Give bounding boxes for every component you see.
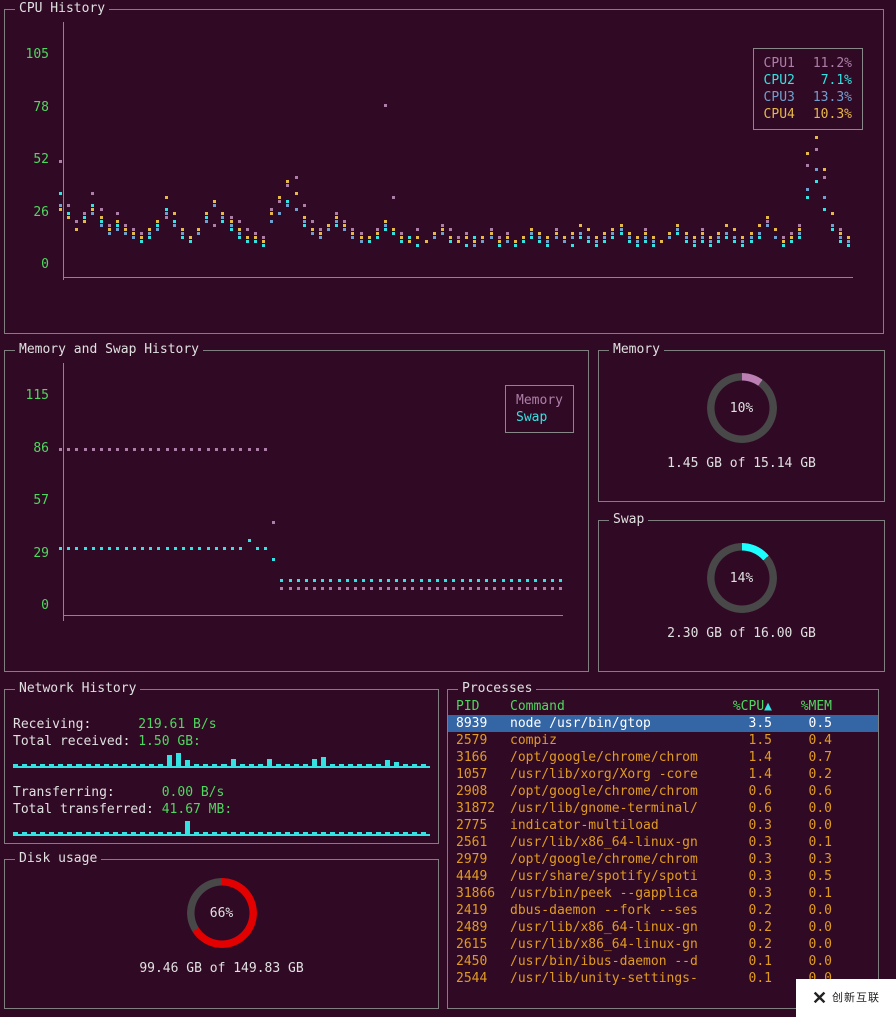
cpu-history-title: CPU History (15, 0, 109, 17)
table-row[interactable]: 2775indicator-multiload0.30.0 (448, 817, 878, 834)
swap-percent: 14% (707, 543, 777, 613)
network-history-title: Network History (15, 680, 140, 697)
legend-cpu2-label: CPU2 (764, 72, 795, 89)
col-pid[interactable]: PID (456, 698, 510, 715)
legend-cpu3-label: CPU3 (764, 89, 795, 106)
disk-detail: 99.46 GB of 149.83 GB (5, 960, 438, 977)
col-cpu[interactable]: %CPU▲ (720, 698, 780, 715)
watermark: ✕创新互联 (796, 979, 896, 1017)
legend-cpu4-value: 10.3% (813, 106, 852, 123)
processes-panel[interactable]: Processes PID Command %CPU▲ %MEM 8939nod… (447, 689, 879, 1009)
table-row[interactable]: 2908/opt/google/chrome/chrom0.60.6 (448, 783, 878, 800)
recv-total-label: Total received: (13, 734, 130, 749)
swap-panel: Swap 14% 2.30 GB of 16.00 GB (598, 520, 885, 672)
legend-cpu2-value: 7.1% (821, 72, 852, 89)
cpu-history-panel: CPU History 1057852260 CPU111.2% CPU27.1… (4, 9, 884, 334)
table-row[interactable]: 8939node /usr/bin/gtop3.50.5 (448, 715, 878, 732)
legend-cpu3-value: 13.3% (813, 89, 852, 106)
processes-header[interactable]: PID Command %CPU▲ %MEM (448, 698, 878, 715)
net-recv-sparkline (13, 753, 430, 768)
recv-total-value: 1.50 GB: (138, 734, 201, 749)
net-send-line2: Total transferred: 41.67 MB: (13, 801, 430, 818)
disk-donut: 66% (187, 878, 257, 948)
table-row[interactable]: 4449/usr/share/spotify/spoti0.30.5 (448, 868, 878, 885)
table-row[interactable]: 3166/opt/google/chrome/chrom1.40.7 (448, 749, 878, 766)
processes-title: Processes (458, 680, 536, 697)
cpu-legend: CPU1 11.2% CPU2 7.1% CPU3 13.3% CPU4 10.3% (753, 48, 863, 130)
memory-percent: 10% (707, 373, 777, 443)
legend-cpu1-value: 11.2% (813, 55, 852, 72)
table-row[interactable]: 2450/usr/bin/ibus-daemon --d0.10.0 (448, 953, 878, 970)
memswap-history-title: Memory and Swap History (15, 341, 203, 358)
net-recv-line2: Total received: 1.50 GB: (13, 733, 430, 750)
col-cmd[interactable]: Command (510, 698, 720, 715)
table-row[interactable]: 2419dbus-daemon --fork --ses0.20.0 (448, 902, 878, 919)
col-mem[interactable]: %MEM (780, 698, 840, 715)
legend-swap-label: Swap (516, 409, 563, 426)
send-value: 0.00 B/s (162, 785, 225, 800)
cpu-y-axis: 1057852260 (5, 54, 55, 282)
table-row[interactable]: 2489/usr/lib/x86_64-linux-gn0.20.0 (448, 919, 878, 936)
net-send-sparkline (13, 821, 430, 836)
send-total-value: 41.67 MB: (162, 802, 232, 817)
network-history-panel: Network History Receiving: 219.61 B/s To… (4, 689, 439, 844)
table-row[interactable]: 2615/usr/lib/x86_64-linux-gn0.20.0 (448, 936, 878, 953)
net-recv-line1: Receiving: 219.61 B/s (13, 716, 430, 733)
send-label: Transferring: (13, 785, 115, 800)
memswap-legend: Memory Swap (505, 385, 574, 433)
table-row[interactable]: 31872/usr/lib/gnome-terminal/0.60.0 (448, 800, 878, 817)
table-row[interactable]: 2561/usr/lib/x86_64-linux-gn0.30.1 (448, 834, 878, 851)
disk-percent: 66% (187, 878, 257, 948)
disk-usage-title: Disk usage (15, 850, 101, 867)
memory-title: Memory (609, 341, 664, 358)
table-row[interactable]: 1057/usr/lib/xorg/Xorg -core1.40.2 (448, 766, 878, 783)
memswap-y-axis: 1158657290 (5, 395, 55, 623)
legend-cpu4-label: CPU4 (764, 106, 795, 123)
legend-cpu1-label: CPU1 (764, 55, 795, 72)
memswap-chart (59, 395, 559, 623)
net-send-line1: Transferring: 0.00 B/s (13, 784, 430, 801)
table-row[interactable]: 31866/usr/bin/peek --gapplica0.30.1 (448, 885, 878, 902)
memory-panel: Memory 10% 1.45 GB of 15.14 GB (598, 350, 885, 502)
recv-label: Receiving: (13, 717, 91, 732)
recv-value: 219.61 B/s (138, 717, 216, 732)
processes-body[interactable]: 8939node /usr/bin/gtop3.50.52579compiz1.… (448, 715, 878, 987)
swap-detail: 2.30 GB of 16.00 GB (599, 625, 884, 642)
disk-usage-panel: Disk usage 66% 99.46 GB of 149.83 GB (4, 859, 439, 1009)
swap-donut: 14% (707, 543, 777, 613)
table-row[interactable]: 2979/opt/google/chrome/chrom0.30.3 (448, 851, 878, 868)
memory-detail: 1.45 GB of 15.14 GB (599, 455, 884, 472)
sort-indicator-icon: ▲ (764, 699, 772, 714)
memswap-history-panel: Memory and Swap History 1158657290 Memor… (4, 350, 589, 672)
legend-memory-label: Memory (516, 392, 563, 409)
swap-title: Swap (609, 511, 648, 528)
cpu-chart (59, 54, 847, 282)
send-total-label: Total transferred: (13, 802, 154, 817)
table-row[interactable]: 2579compiz1.50.4 (448, 732, 878, 749)
memory-donut: 10% (707, 373, 777, 443)
